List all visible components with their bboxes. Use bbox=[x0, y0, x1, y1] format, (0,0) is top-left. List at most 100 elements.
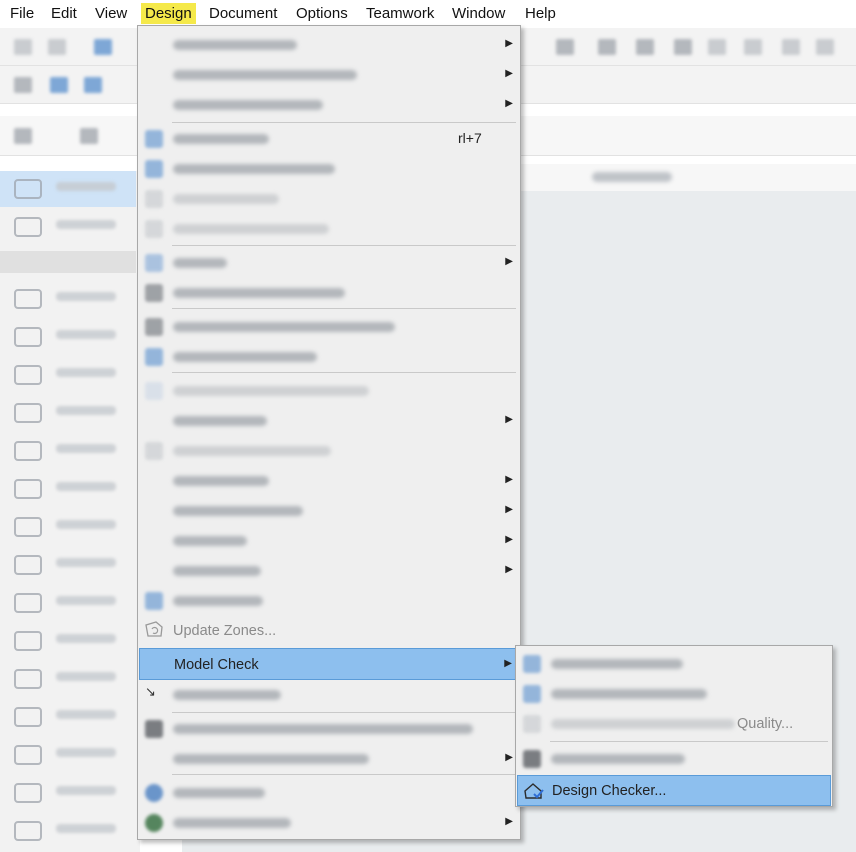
submenu-item-physical-model-quality[interactable] bbox=[517, 679, 831, 709]
toolbox-beam[interactable] bbox=[0, 357, 136, 393]
menu-item-design-extras[interactable]: ▶ bbox=[139, 556, 519, 586]
info-icon-a[interactable] bbox=[14, 128, 32, 144]
menu-separator bbox=[172, 372, 516, 373]
toolbar-icon-g[interactable] bbox=[816, 39, 834, 55]
menu-help[interactable]: Help bbox=[521, 3, 560, 24]
submenu-arrow-icon: ▶ bbox=[505, 256, 513, 267]
view-tab-label[interactable] bbox=[592, 172, 672, 182]
info-icon-b[interactable] bbox=[80, 128, 98, 144]
menu-separator bbox=[550, 741, 828, 742]
toolbox-curtain-wall[interactable] bbox=[0, 585, 136, 621]
arrow-tool-icon bbox=[14, 179, 42, 199]
toolbar-icon-a[interactable] bbox=[556, 39, 574, 55]
toolbox-railing[interactable] bbox=[0, 547, 136, 583]
menu-item-energy-evaluation[interactable]: ▶ bbox=[139, 808, 519, 838]
menu-item-edit-elements-by-stories[interactable] bbox=[139, 154, 519, 184]
menu-view[interactable]: View bbox=[91, 3, 131, 24]
toolbox-skylight[interactable] bbox=[0, 699, 136, 735]
toolbox-opening[interactable] bbox=[0, 737, 136, 773]
toolbox-column[interactable] bbox=[0, 319, 136, 355]
menu-item-mep-tools[interactable]: ▶ bbox=[139, 90, 519, 120]
menu-item-magic-wand-settings[interactable] bbox=[139, 342, 519, 372]
menu-teamwork[interactable]: Teamwork bbox=[362, 3, 438, 24]
menu-item-connect[interactable]: ▶ bbox=[139, 248, 519, 278]
menu-design[interactable]: Design bbox=[141, 3, 196, 24]
menu-item-disabled-b[interactable] bbox=[139, 214, 519, 244]
menu-bar: File Edit View Design Document Options T… bbox=[0, 0, 856, 26]
toolbox-label bbox=[56, 182, 116, 191]
menu-item-label bbox=[173, 476, 269, 486]
menu-item-label bbox=[551, 659, 683, 669]
menu-item-disabled-c[interactable] bbox=[139, 376, 519, 406]
toolbox-marquee[interactable] bbox=[0, 209, 136, 245]
toolbar-icon-b[interactable] bbox=[598, 39, 616, 55]
menu-item-architectural-tools[interactable]: ▶ bbox=[139, 30, 519, 60]
menu-item-label bbox=[173, 40, 297, 50]
toolbar-icon-e[interactable] bbox=[744, 39, 762, 55]
menu-item-outline-polygon[interactable] bbox=[139, 312, 519, 342]
menu-item-label bbox=[173, 788, 265, 798]
toolbar-icon-f[interactable] bbox=[782, 39, 800, 55]
shortcut-text: rl+7 bbox=[458, 130, 482, 146]
menu-item-model-check[interactable]: Model Check ▶ bbox=[139, 648, 519, 680]
toolbar-icon-c[interactable] bbox=[674, 39, 692, 55]
toolbox-wall[interactable] bbox=[0, 281, 136, 317]
menu-item-mep-systems[interactable] bbox=[139, 778, 519, 808]
menu-window[interactable]: Window bbox=[448, 3, 509, 24]
menu-item-disabled-d[interactable] bbox=[139, 436, 519, 466]
railing-tool-icon bbox=[14, 555, 42, 575]
submenu-item-collision-detection[interactable] bbox=[517, 649, 831, 679]
toolbox-zone[interactable] bbox=[0, 775, 136, 811]
menu-item-structural-analytical-elements[interactable]: ▶ bbox=[139, 744, 519, 774]
redo-icon[interactable] bbox=[48, 39, 66, 55]
submenu-arrow-icon: ▶ bbox=[505, 752, 513, 763]
toolbox-shell[interactable] bbox=[0, 471, 136, 507]
menu-item-structural-analytical-rules[interactable] bbox=[139, 714, 519, 744]
menu-item-label bbox=[173, 70, 357, 80]
toolbox-label bbox=[56, 558, 116, 567]
menu-separator bbox=[172, 308, 516, 309]
door-tool-icon bbox=[14, 631, 42, 651]
toolbar2-icon-c[interactable] bbox=[84, 77, 102, 93]
toolbox-arrow[interactable] bbox=[0, 171, 136, 207]
toolbox-design-header[interactable] bbox=[0, 251, 136, 273]
toolbox-stair[interactable] bbox=[0, 509, 136, 545]
menu-document[interactable]: Document bbox=[205, 3, 281, 24]
toolbox-label bbox=[56, 672, 116, 681]
toolbar-icon-d[interactable] bbox=[708, 39, 726, 55]
menu-icon bbox=[145, 220, 163, 238]
zoom-icon[interactable] bbox=[636, 39, 654, 55]
menu-item-structural-tools[interactable]: ▶ bbox=[139, 60, 519, 90]
toolbar-tool-icon[interactable] bbox=[94, 39, 112, 55]
menu-item-modify-railing[interactable]: ▶ bbox=[139, 466, 519, 496]
toolbox-slab[interactable] bbox=[0, 395, 136, 431]
menu-item-model-compare[interactable]: ↘ bbox=[139, 680, 519, 710]
menu-item-label bbox=[173, 596, 263, 606]
menu-separator bbox=[172, 245, 516, 246]
menu-item-solid-element-operations[interactable] bbox=[139, 278, 519, 308]
menu-item-update-zones[interactable]: Update Zones... bbox=[139, 616, 519, 646]
toolbox-door[interactable] bbox=[0, 623, 136, 659]
menu-item-label-visible: Quality... bbox=[737, 716, 794, 732]
menu-item-modify-curtain-wall[interactable]: ▶ bbox=[139, 496, 519, 526]
toolbox-window[interactable] bbox=[0, 661, 136, 697]
menu-item-modify-morph[interactable]: ▶ bbox=[139, 406, 519, 436]
menu-item-label bbox=[173, 288, 345, 298]
slab-tool-icon bbox=[14, 403, 42, 423]
toolbar2-icon-b[interactable] bbox=[50, 77, 68, 93]
toolbox-label bbox=[56, 444, 116, 453]
submenu-item-model-check-report[interactable] bbox=[517, 744, 831, 774]
menu-options[interactable]: Options bbox=[292, 3, 352, 24]
submenu-item-structural-model-quality[interactable]: Quality... bbox=[517, 709, 831, 739]
toolbar2-icon-a[interactable] bbox=[14, 77, 32, 93]
toolbox-mesh[interactable] bbox=[0, 813, 136, 849]
menu-file[interactable]: File bbox=[6, 3, 38, 24]
menu-edit[interactable]: Edit bbox=[47, 3, 81, 24]
toolbox-roof[interactable] bbox=[0, 433, 136, 469]
submenu-item-design-checker[interactable]: Design Checker... bbox=[517, 775, 831, 806]
menu-item-roof-extras[interactable]: ▶ bbox=[139, 526, 519, 556]
submenu-arrow-icon: ▶ bbox=[505, 474, 513, 485]
undo-icon[interactable] bbox=[14, 39, 32, 55]
menu-item-disabled-a[interactable] bbox=[139, 184, 519, 214]
menu-item-grid-system[interactable] bbox=[139, 586, 519, 616]
